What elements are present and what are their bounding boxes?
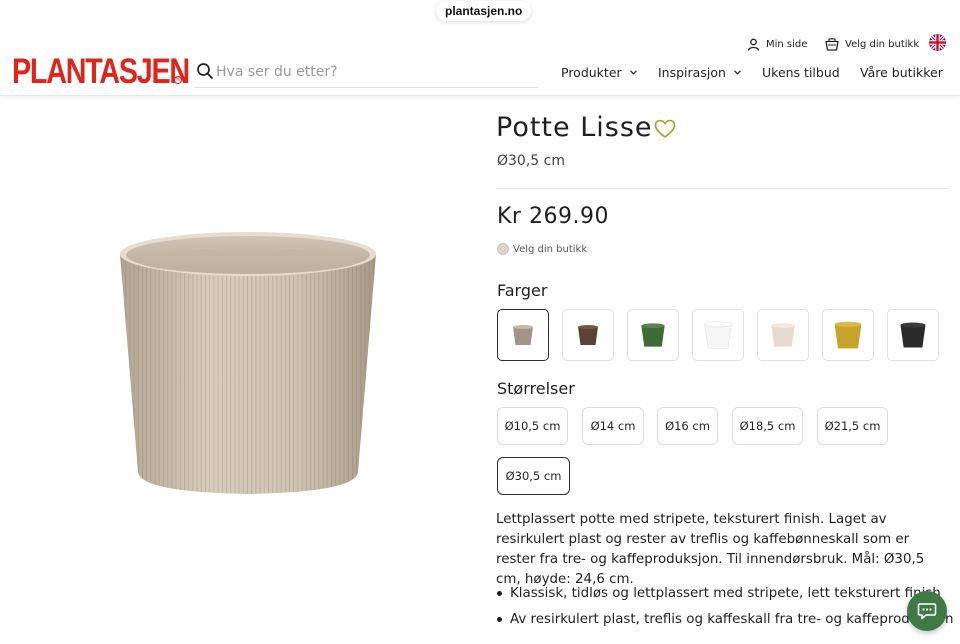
feature-bullet: Av resirkulert plast, treflis og kaffesk… xyxy=(497,612,953,627)
pot-thumbnail-icon xyxy=(900,322,926,348)
choose-store-row[interactable]: Velg din butikk xyxy=(497,243,587,255)
site-header: PLANTASJEN ® Min side Velg din butikk xyxy=(0,0,960,96)
chat-button[interactable] xyxy=(907,591,947,631)
heart-icon[interactable] xyxy=(654,119,676,139)
color-swatch-black[interactable] xyxy=(887,309,939,361)
nav-weekly-offers-label: Ukens tilbud xyxy=(762,64,840,80)
pot-thumbnail-icon xyxy=(771,323,795,347)
nav-weekly-offers[interactable]: Ukens tilbud xyxy=(762,62,840,82)
nav-inspiration-label: Inspirasjon xyxy=(658,64,726,80)
pot-thumbnail-icon xyxy=(704,321,732,349)
size-option[interactable]: Ø21,5 cm xyxy=(817,407,888,445)
product-image[interactable] xyxy=(100,210,400,510)
sizes-heading: Størrelser xyxy=(497,379,575,398)
size-option-selected[interactable]: Ø30,5 cm xyxy=(497,457,570,495)
chevron-down-icon xyxy=(733,69,741,75)
color-swatch-blush[interactable] xyxy=(757,309,809,361)
size-option[interactable]: Ø14 cm xyxy=(582,407,644,445)
feature-text: Av resirkulert plast, treflis og kaffesk… xyxy=(510,612,954,627)
feature-bullet: Klassisk, tidløs og lettplassert med str… xyxy=(497,586,941,601)
chat-icon xyxy=(917,603,937,620)
nav-products-label: Produkter xyxy=(561,64,622,80)
search-input[interactable] xyxy=(216,60,532,84)
bullet-dot xyxy=(497,590,502,596)
color-swatch-brown[interactable] xyxy=(562,309,614,361)
bullet-dot xyxy=(497,616,502,622)
my-page-label: Min side xyxy=(766,38,808,50)
product-title: Potte Lisse xyxy=(496,112,653,143)
pot-thumbnail-icon xyxy=(834,321,862,349)
chevron-down-icon xyxy=(629,69,637,75)
pot-thumbnail-icon xyxy=(513,325,533,345)
choose-store-link[interactable]: Velg din butikk xyxy=(825,35,919,53)
store-basket-icon xyxy=(825,37,839,51)
color-swatch-mustard[interactable] xyxy=(822,309,874,361)
color-swatch-white[interactable] xyxy=(692,309,744,361)
nav-our-stores[interactable]: Våre butikker xyxy=(860,62,943,82)
choose-store-label: Velg din butikk xyxy=(845,38,920,50)
choose-store-text: Velg din butikk xyxy=(513,243,588,255)
feature-text: Klassisk, tidløs og lettplassert med str… xyxy=(510,586,941,601)
my-page-link[interactable]: Min side xyxy=(747,35,807,53)
product-price: Kr 269.90 xyxy=(497,204,609,229)
size-option[interactable]: Ø10,5 cm xyxy=(497,407,568,445)
registered-mark: ® xyxy=(174,76,182,84)
search-bar[interactable] xyxy=(194,56,538,88)
plantasjen-logo[interactable]: PLANTASJEN xyxy=(12,52,190,92)
color-swatch-green[interactable] xyxy=(627,309,679,361)
divider xyxy=(496,188,948,189)
colors-heading: Farger xyxy=(497,281,548,300)
size-option[interactable]: Ø18,5 cm xyxy=(732,407,803,445)
user-icon xyxy=(747,38,760,51)
pot-thumbnail-icon xyxy=(578,325,598,345)
nav-products[interactable]: Produkter xyxy=(561,62,637,82)
pot-thumbnail-icon xyxy=(641,323,665,347)
search-icon[interactable] xyxy=(196,62,214,80)
nav-inspiration[interactable]: Inspirasjon xyxy=(658,62,741,82)
product-description: Lettplassert potte med stripete, tekstur… xyxy=(496,512,925,587)
color-swatch-beige[interactable] xyxy=(497,309,549,361)
size-option[interactable]: Ø16 cm xyxy=(657,407,718,445)
store-status-icon xyxy=(497,243,509,255)
nav-our-stores-label: Våre butikker xyxy=(860,64,943,80)
uk-flag-icon[interactable] xyxy=(929,34,946,51)
product-size-subtitle: Ø30,5 cm xyxy=(497,153,565,169)
